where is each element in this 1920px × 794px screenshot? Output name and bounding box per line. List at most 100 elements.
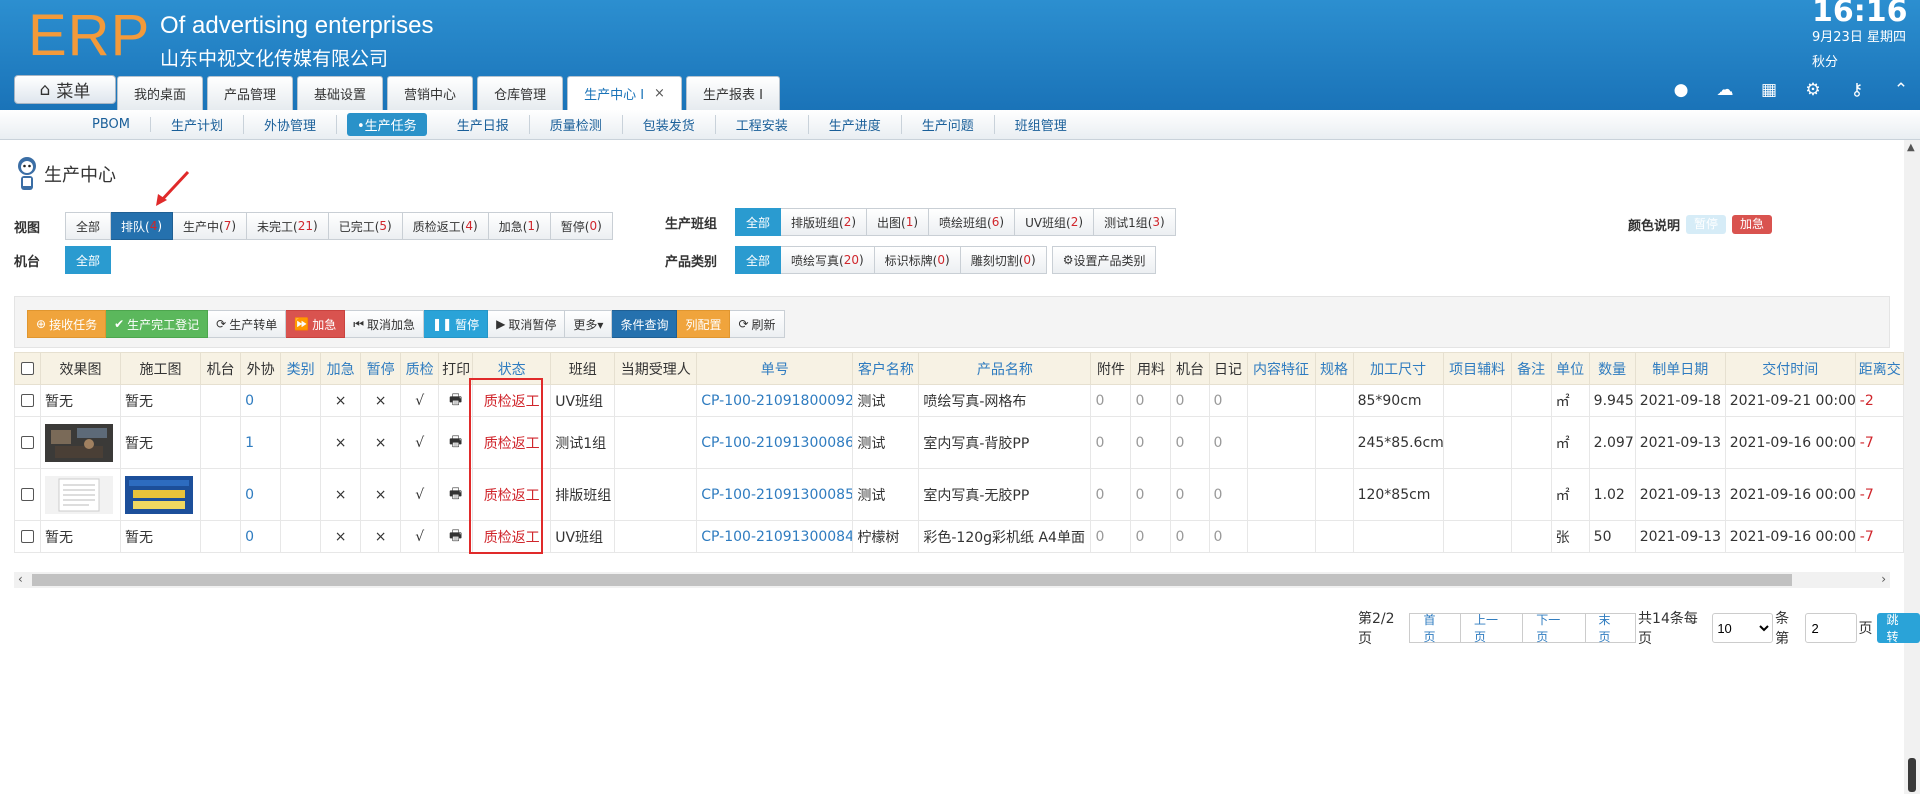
collapse-icon[interactable]: ⌃ — [1892, 80, 1910, 100]
outsource-cell[interactable]: 0 — [240, 468, 282, 521]
subnav-production-task[interactable]: •生产任务 — [347, 113, 427, 136]
goto-page-input[interactable] — [1804, 613, 1857, 643]
outsource-cell[interactable]: 0 — [240, 520, 282, 553]
view-unfinished-button[interactable]: 未完工(21) — [247, 212, 329, 240]
scroll-thumb[interactable] — [32, 574, 1792, 586]
material-cell[interactable]: 0 — [1130, 520, 1172, 553]
machine-count-cell[interactable]: 0 — [1170, 468, 1210, 521]
dashboard-icon[interactable]: ▦ — [1760, 80, 1778, 100]
tab-base-settings[interactable]: 基础设置 — [297, 76, 384, 110]
receive-task-button[interactable]: ⊕ 接收任务 — [27, 310, 107, 338]
condition-query-button[interactable]: 条件查询 — [612, 310, 678, 338]
outsource-cell[interactable]: 1 — [240, 416, 282, 469]
attachment-cell[interactable]: 0 — [1090, 468, 1132, 521]
col-header[interactable]: 单位 — [1550, 352, 1590, 385]
view-queue-button[interactable]: 排队(4) — [111, 212, 174, 240]
log-cell[interactable]: 0 — [1208, 416, 1248, 469]
close-icon[interactable]: × — [654, 86, 665, 101]
menu-button[interactable]: ⌂ 菜单 — [14, 75, 116, 104]
print-icon[interactable]: 🖶 — [438, 468, 474, 521]
tab-warehouse[interactable]: 仓库管理 — [477, 76, 564, 110]
subnav-plan[interactable]: 生产计划 — [151, 115, 244, 134]
team-all-button[interactable]: 全部 — [735, 208, 782, 236]
col-header[interactable]: 单号 — [696, 352, 854, 385]
set-category-button[interactable]: ⚙ 设置产品类别 — [1051, 246, 1157, 274]
next-page-button[interactable]: 下一页 — [1523, 613, 1586, 644]
view-finished-button[interactable]: 已完工(5) — [328, 212, 403, 240]
select-all-checkbox[interactable] — [14, 352, 41, 385]
col-header[interactable]: 距离交 — [1854, 352, 1905, 385]
team-typesetting-button[interactable]: 排版班组(2) — [781, 208, 868, 236]
column-config-button[interactable]: 列配置 — [677, 310, 731, 338]
gear-icon[interactable]: ⚙ — [1804, 80, 1822, 100]
key-icon[interactable]: ⚷ — [1848, 80, 1866, 100]
col-header[interactable]: 备注 — [1510, 352, 1552, 385]
scroll-thumb[interactable] — [1908, 758, 1916, 792]
machine-all-button[interactable]: 全部 — [65, 246, 112, 274]
col-header[interactable]: 交付时间 — [1724, 352, 1856, 385]
col-header[interactable]: 项目辅料 — [1442, 352, 1512, 385]
attachment-cell[interactable]: 0 — [1090, 416, 1132, 469]
row-checkbox[interactable] — [14, 384, 41, 417]
cancel-urgent-button[interactable]: ⏮ 取消加急 — [345, 310, 425, 338]
subnav-packing[interactable]: 包装发货 — [623, 115, 716, 134]
print-icon[interactable]: 🖶 — [438, 520, 474, 553]
subnav-quality-check[interactable]: 质量检测 — [530, 115, 623, 134]
per-page-select[interactable]: 10 — [1712, 613, 1774, 643]
scroll-up-icon[interactable]: ▲ — [1907, 142, 1915, 153]
attachment-cell[interactable]: 0 — [1090, 520, 1132, 553]
effect-thumbnail-image[interactable] — [45, 423, 113, 462]
construct-thumbnail-image[interactable] — [125, 475, 194, 514]
col-header[interactable]: 加工尺寸 — [1352, 352, 1444, 385]
cloud-upload-icon[interactable]: ☁ — [1716, 80, 1734, 100]
tab-production-center[interactable]: 生产中心 I × — [567, 76, 682, 110]
transfer-order-button[interactable]: ⟳ 生产转单 — [208, 310, 287, 338]
col-header[interactable]: 类别 — [280, 352, 322, 385]
team-uv-button[interactable]: UV班组(2) — [1015, 208, 1095, 236]
material-cell[interactable]: 0 — [1130, 416, 1172, 469]
more-dropdown-button[interactable]: 更多▾ — [565, 310, 613, 338]
subnav-pbom[interactable]: PBOM — [72, 117, 151, 132]
machine-count-cell[interactable]: 0 — [1170, 384, 1210, 417]
subnav-daily-report[interactable]: 生产日报 — [437, 115, 530, 134]
prev-page-button[interactable]: 上一页 — [1461, 613, 1524, 644]
urgent-button[interactable]: ⏩ 加急 — [286, 310, 346, 338]
outsource-cell[interactable]: 0 — [240, 384, 282, 417]
order-link[interactable]: CP-100-21091300085 — [696, 468, 854, 521]
team-spray-button[interactable]: 喷绘班组(6) — [929, 208, 1016, 236]
col-header[interactable]: 制单日期 — [1634, 352, 1726, 385]
table-row[interactable]: 0 × × √ 🖶 质检返工 排版班组 CP-100-21091300085 测… — [14, 468, 1905, 521]
category-signage-button[interactable]: 标识标牌(0) — [874, 246, 961, 274]
row-checkbox[interactable] — [14, 520, 41, 553]
subnav-progress[interactable]: 生产进度 — [809, 115, 902, 134]
table-row[interactable]: 暂无 暂无 0 × × √ 🖶 质检返工 UV班组 CP-100-2109130… — [14, 520, 1905, 553]
subnav-issues[interactable]: 生产问题 — [902, 115, 995, 134]
subnav-team-management[interactable]: 班组管理 — [995, 115, 1087, 134]
row-checkbox[interactable] — [14, 416, 41, 469]
complete-register-button[interactable]: ✔ 生产完工登记 — [106, 310, 209, 338]
team-test1-button[interactable]: 测试1组(3) — [1094, 208, 1176, 236]
tab-desktop[interactable]: 我的桌面 — [117, 76, 204, 110]
pause-button[interactable]: ❚❚ 暂停 — [424, 310, 489, 338]
print-icon[interactable]: 🖶 — [438, 384, 474, 417]
col-header[interactable]: 客户名称 — [852, 352, 920, 385]
col-header[interactable]: 内容特征 — [1246, 352, 1316, 385]
machine-count-cell[interactable]: 0 — [1170, 416, 1210, 469]
print-icon[interactable]: 🖶 — [438, 416, 474, 469]
last-page-button[interactable]: 末页 — [1585, 613, 1637, 644]
view-qc-rework-button[interactable]: 质检返工(4) — [402, 212, 489, 240]
col-header[interactable]: 加急 — [320, 352, 362, 385]
cancel-pause-button[interactable]: ▶ 取消暂停 — [488, 310, 566, 338]
subnav-installation[interactable]: 工程安装 — [716, 115, 809, 134]
col-header[interactable]: 产品名称 — [918, 352, 1092, 385]
col-header[interactable]: 数量 — [1588, 352, 1636, 385]
table-row[interactable]: 暂无 1 × × √ 🖶 质检返工 测试1组 CP-100-2109130008… — [14, 416, 1905, 469]
material-cell[interactable]: 0 — [1130, 468, 1172, 521]
goto-button[interactable]: 跳转 — [1876, 613, 1920, 644]
first-page-button[interactable]: 首页 — [1409, 613, 1461, 644]
col-header[interactable]: 暂停 — [360, 352, 402, 385]
material-cell[interactable]: 0 — [1130, 384, 1172, 417]
scroll-right-icon[interactable]: › — [1881, 572, 1886, 586]
category-all-button[interactable]: 全部 — [735, 246, 782, 274]
view-all-button[interactable]: 全部 — [65, 212, 112, 240]
